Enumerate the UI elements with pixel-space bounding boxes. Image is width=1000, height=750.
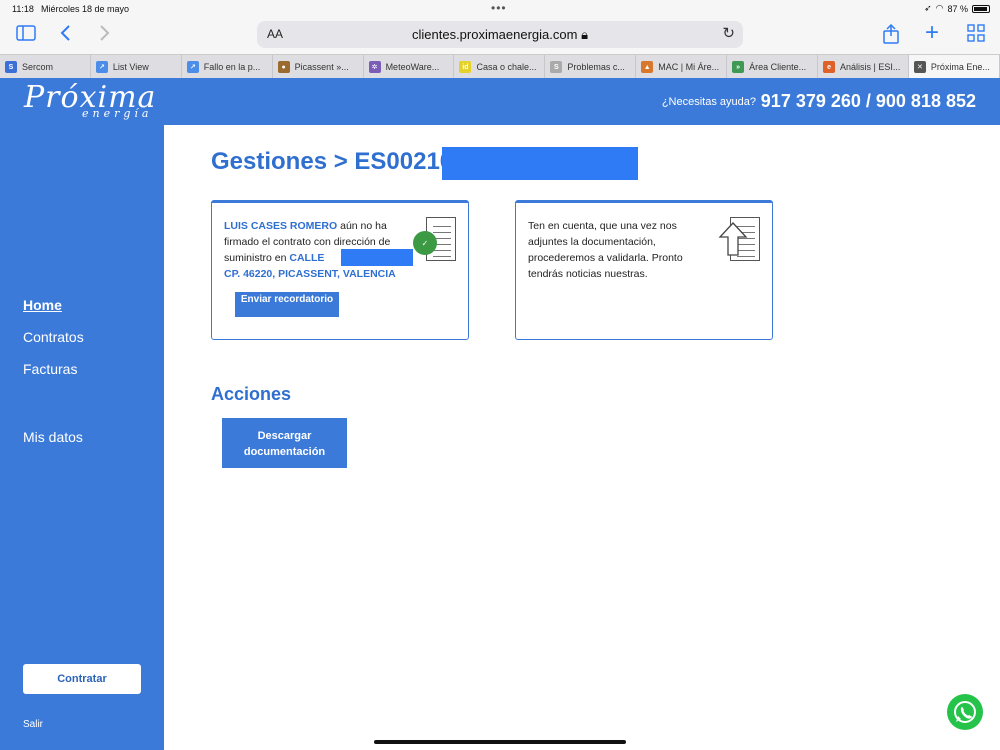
reload-icon[interactable]: ↻ xyxy=(722,24,735,42)
browser-tab[interactable]: ↗ List View xyxy=(91,55,182,79)
tab-favicon-icon: » xyxy=(732,61,745,73)
supply-street: CALLE xyxy=(289,252,325,264)
status-time: 11:18 xyxy=(12,4,34,14)
actions-title: Acciones xyxy=(211,384,292,404)
tab-strip: S Sercom ↗ List View ↗ Fallo en la p... ● Picas… xyxy=(0,54,1000,79)
status-date: Miércoles 18 de mayo xyxy=(41,4,130,14)
tab-label: Próxima Ene... xyxy=(930,62,990,72)
wifi-icon: ◠ xyxy=(935,3,944,13)
tab-label: Fallo en la p... xyxy=(203,62,261,72)
site-header: Próxima energía ¿Necesitas ayuda? 917 37… xyxy=(0,78,1000,125)
browser-tab[interactable]: ↗ Fallo en la p... xyxy=(182,55,273,79)
tab-label: List View xyxy=(112,62,149,72)
tab-favicon-icon: ● xyxy=(277,61,290,73)
tab-favicon-icon: id xyxy=(459,61,472,73)
browser-toolbar: AA clientes.proximaenergia.com 🔒︎ ↻ + xyxy=(0,18,1000,54)
upload-arrow-icon xyxy=(718,222,748,256)
new-tab-icon[interactable]: + xyxy=(925,21,939,45)
browser-tab[interactable]: ✕ Próxima Ene... xyxy=(908,55,1000,79)
contratar-button[interactable]: Contratar xyxy=(23,664,141,694)
sidebar-item-facturas[interactable]: Facturas xyxy=(23,361,77,377)
logout-link[interactable]: Salir xyxy=(23,719,43,730)
back-icon[interactable] xyxy=(60,24,72,47)
location-icon: ➶ xyxy=(924,3,932,13)
redaction-block xyxy=(442,147,638,180)
tab-label: MeteoWare... xyxy=(385,62,440,72)
sidebar-item-home[interactable]: Home xyxy=(23,297,62,313)
tab-favicon-icon: e xyxy=(823,61,836,73)
signature-pending-card: LUIS CASES ROMERO aún no ha firmado el c… xyxy=(211,200,469,340)
tab-favicon-icon: ✲ xyxy=(368,61,381,73)
browser-tab[interactable]: S Sercom xyxy=(0,55,91,79)
url-text[interactable]: clientes.proximaenergia.com 🔒︎ xyxy=(257,27,743,43)
sidebar-item-mis-datos[interactable]: Mis datos xyxy=(23,429,83,445)
home-indicator xyxy=(374,740,626,744)
lock-icon: 🔒︎ xyxy=(581,27,588,42)
tab-label: Sercom xyxy=(22,62,54,72)
tab-label: Picassent »... xyxy=(294,62,349,72)
tab-overview-icon[interactable] xyxy=(967,24,985,47)
browser-tab[interactable]: e Análisis | ESI... xyxy=(818,55,909,79)
sidebar: Home Contratos Facturas Mis datos Contra… xyxy=(0,125,164,750)
signature-stamp-icon: ✓ xyxy=(413,231,437,255)
browser-tab[interactable]: ● Picassent »... xyxy=(273,55,364,79)
send-reminder-button[interactable]: Enviar recordatorio xyxy=(235,292,339,317)
sidebar-toggle-icon[interactable] xyxy=(16,24,36,46)
tab-label: MAC | Mi Áre... xyxy=(658,62,720,72)
browser-tab[interactable]: id Casa o chale... xyxy=(454,55,546,79)
tab-favicon-icon: ↗ xyxy=(186,61,199,73)
download-documentation-button[interactable]: Descargar documentación xyxy=(222,418,347,468)
tab-favicon-icon: ✕ xyxy=(913,61,926,73)
customer-name: LUIS CASES ROMERO xyxy=(224,220,338,232)
whatsapp-icon[interactable] xyxy=(947,694,983,730)
tab-favicon-icon: ▲ xyxy=(641,61,654,73)
battery-percent: 87 % xyxy=(947,3,968,14)
documentation-info-text: Ten en cuenta, que una vez nos adjuntes … xyxy=(528,220,683,280)
phone-numbers[interactable]: 917 379 260 / 900 818 852 xyxy=(761,91,976,112)
tab-label: Área Cliente... xyxy=(749,62,807,72)
tab-favicon-icon: S xyxy=(5,61,17,73)
browser-tab[interactable]: ✲ MeteoWare... xyxy=(364,55,455,79)
address-bar[interactable]: AA clientes.proximaenergia.com 🔒︎ ↻ xyxy=(257,21,743,48)
share-icon[interactable] xyxy=(883,23,899,49)
sidebar-item-contratos[interactable]: Contratos xyxy=(23,329,84,345)
tab-favicon-icon: S xyxy=(550,61,563,73)
tab-label: Casa o chale... xyxy=(476,62,537,72)
status-bar: 11:18 Miércoles 18 de mayo ••• ➶ ◠ 87 % xyxy=(0,0,1000,18)
browser-tab[interactable]: » Área Cliente... xyxy=(727,55,819,79)
redaction-block xyxy=(341,249,413,266)
battery-icon xyxy=(972,4,990,13)
browser-tab[interactable]: S Problemas c... xyxy=(545,55,637,79)
logo-subtitle: energía xyxy=(82,107,153,120)
page-title: Gestiones > ES00210 xyxy=(211,148,454,175)
tab-favicon-icon: ↗ xyxy=(95,61,108,73)
help-text: ¿Necesitas ayuda? xyxy=(661,96,756,108)
supply-city: CP. 46220, PICASSENT, VALENCIA xyxy=(224,268,396,280)
forward-icon[interactable] xyxy=(98,24,110,47)
documentation-info-card: Ten en cuenta, que una vez nos adjuntes … xyxy=(515,200,773,340)
multitasking-dots[interactable]: ••• xyxy=(491,1,507,15)
tab-label: Problemas c... xyxy=(567,62,625,72)
tab-label: Análisis | ESI... xyxy=(840,62,901,72)
browser-tab[interactable]: ▲ MAC | Mi Áre... xyxy=(636,55,728,79)
